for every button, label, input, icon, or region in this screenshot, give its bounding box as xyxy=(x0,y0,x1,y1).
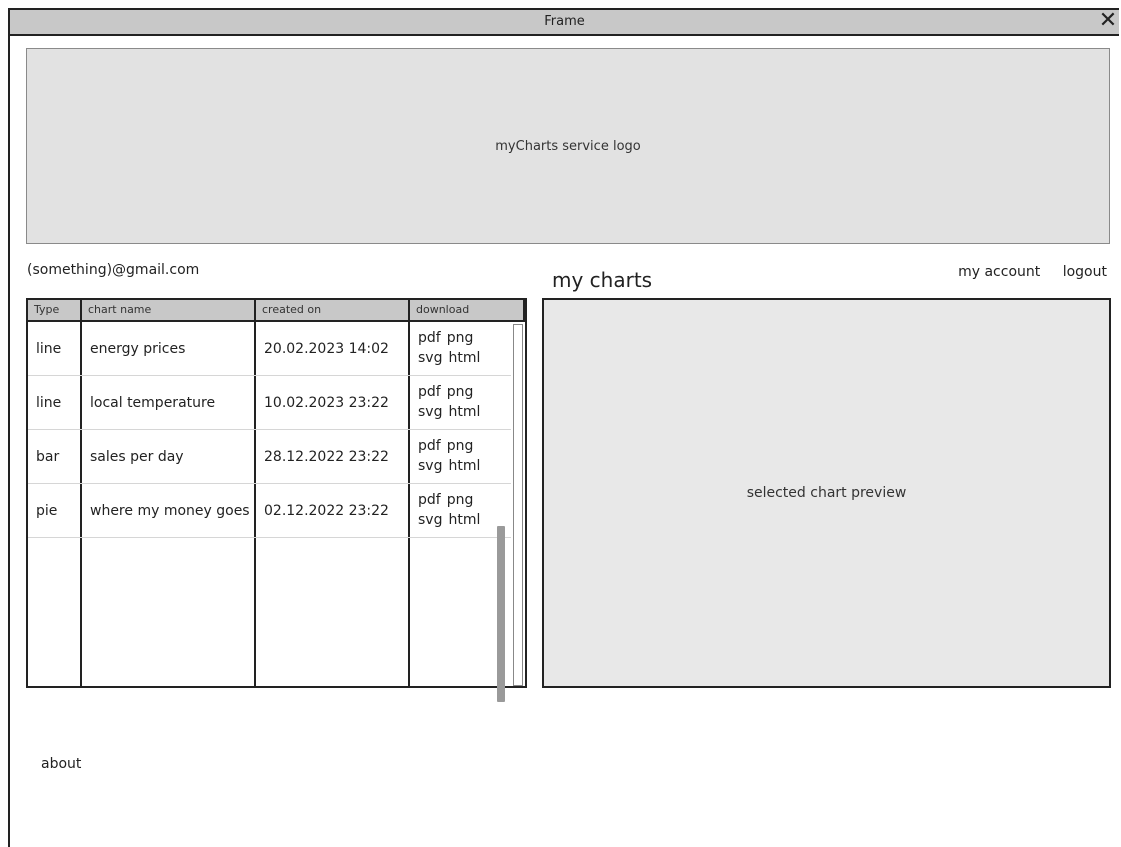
logo-text: myCharts service logo xyxy=(495,138,641,154)
table-scrollbar[interactable] xyxy=(513,324,523,686)
download-html-link[interactable]: html xyxy=(448,350,480,366)
download-png-link[interactable]: png xyxy=(447,438,474,454)
header-type[interactable]: Type xyxy=(28,300,80,320)
table-row[interactable]: pie where my money goes 02.12.2022 23:22 pd… xyxy=(28,484,511,538)
download-pdf-link[interactable]: pdf xyxy=(418,492,441,508)
preview-text: selected chart preview xyxy=(746,485,907,501)
cell-created-on: 28.12.2022 23:22 xyxy=(264,449,389,465)
download-png-link[interactable]: png xyxy=(447,384,474,400)
table-row[interactable]: line energy prices 20.02.2023 14:02 pdf png s… xyxy=(28,322,511,376)
user-email: (something)@gmail.com xyxy=(27,262,200,278)
cell-type: line xyxy=(36,341,62,357)
my-account-link[interactable]: my account xyxy=(958,264,1040,280)
cell-created-on: 10.02.2023 23:22 xyxy=(264,395,389,411)
header-download[interactable]: download xyxy=(410,300,510,320)
cell-chart-name: sales per day xyxy=(90,449,184,465)
column-divider xyxy=(523,300,525,322)
download-html-link[interactable]: html xyxy=(448,458,480,474)
cell-download-links: pdf png svg html xyxy=(418,328,486,368)
cell-type: pie xyxy=(36,503,58,519)
download-svg-link[interactable]: svg xyxy=(418,458,442,474)
account-links: my account logout xyxy=(940,264,1107,280)
cell-download-links: pdf png svg html xyxy=(418,436,486,476)
download-html-link[interactable]: html xyxy=(448,404,480,420)
window-titlebar: Frame ✕ xyxy=(10,9,1119,36)
scrollbar-thumb[interactable] xyxy=(497,526,505,702)
about-link[interactable]: about xyxy=(41,756,81,772)
chart-preview: selected chart preview xyxy=(542,298,1111,688)
cell-chart-name: local temperature xyxy=(90,395,216,411)
table-row[interactable]: bar sales per day 28.12.2022 23:22 pdf png sv… xyxy=(28,430,511,484)
download-svg-link[interactable]: svg xyxy=(418,512,442,528)
download-svg-link[interactable]: svg xyxy=(418,350,442,366)
cell-download-links: pdf png svg html xyxy=(418,382,486,422)
logout-link[interactable]: logout xyxy=(1063,264,1107,280)
service-logo: myCharts service logo xyxy=(26,48,1110,244)
table-row[interactable]: line local temperature 10.02.2023 23:22 pdf… xyxy=(28,376,511,430)
cell-chart-name: where my money goes xyxy=(90,503,250,519)
table-header: Type chart name created on download xyxy=(28,300,525,322)
header-created-on[interactable]: created on xyxy=(256,300,408,320)
cell-type: bar xyxy=(36,449,60,465)
close-icon[interactable]: ✕ xyxy=(1097,9,1119,33)
download-pdf-link[interactable]: pdf xyxy=(418,384,441,400)
cell-created-on: 02.12.2022 23:22 xyxy=(264,503,389,519)
app-window: Frame ✕ myCharts service logo (something… xyxy=(8,8,1119,847)
download-html-link[interactable]: html xyxy=(448,512,480,528)
cell-created-on: 20.02.2023 14:02 xyxy=(264,341,389,357)
download-png-link[interactable]: png xyxy=(447,330,474,346)
download-svg-link[interactable]: svg xyxy=(418,404,442,420)
page-title: my charts xyxy=(552,268,653,292)
cell-type: line xyxy=(36,395,62,411)
cell-download-links: pdf png svg html xyxy=(418,490,486,530)
header-chart-name[interactable]: chart name xyxy=(82,300,254,320)
window-title: Frame xyxy=(544,14,585,29)
charts-table: Type chart name created on download line… xyxy=(26,298,527,688)
download-png-link[interactable]: png xyxy=(447,492,474,508)
cell-chart-name: energy prices xyxy=(90,341,186,357)
download-pdf-link[interactable]: pdf xyxy=(418,330,441,346)
download-pdf-link[interactable]: pdf xyxy=(418,438,441,454)
